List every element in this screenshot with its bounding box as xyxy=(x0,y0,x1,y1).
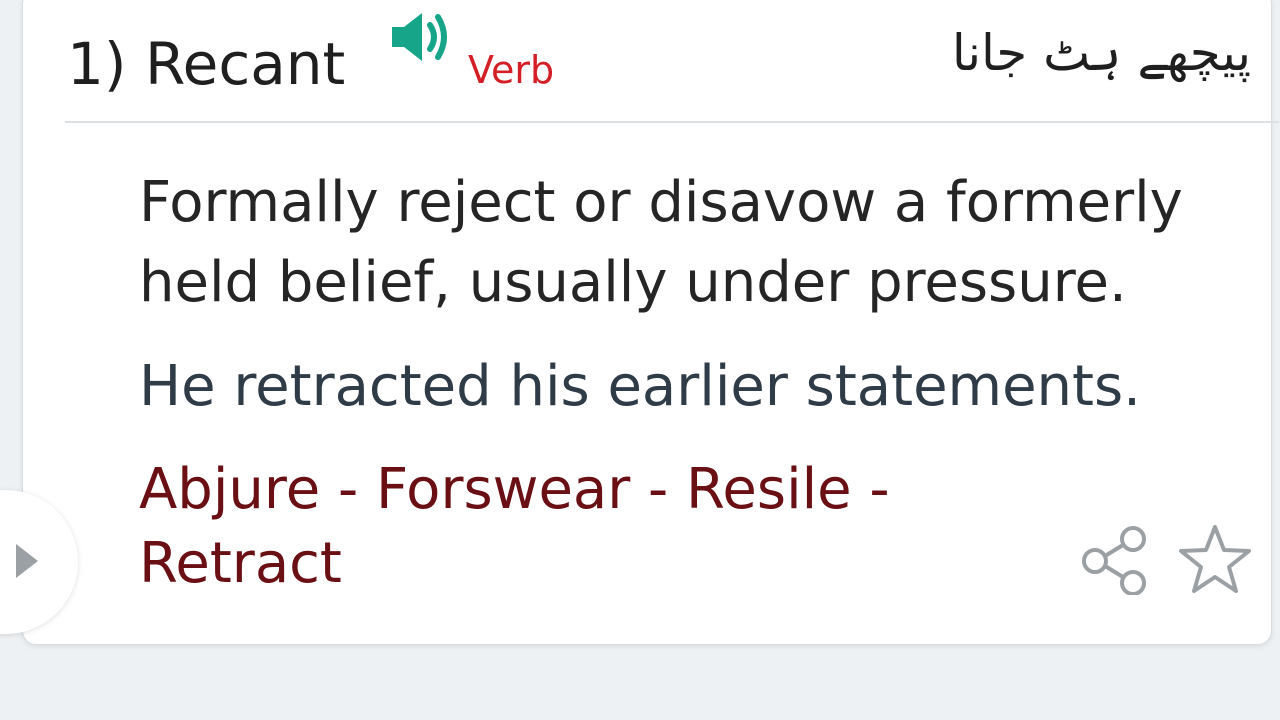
chevron-right-icon xyxy=(16,544,38,578)
star-icon[interactable] xyxy=(1178,523,1252,595)
word-card: 1) Recant Verb پیچھے ہٹ جانا Formally re… xyxy=(22,0,1279,645)
word-title: 1) Recant xyxy=(67,30,346,98)
synonyms-list: Abjure - Forswear - Resile - Retract xyxy=(139,453,939,601)
card-header: 1) Recant Verb پیچھے ہٹ جانا xyxy=(45,0,1280,121)
urdu-meaning: پیچھے ہٹ جانا xyxy=(951,24,1251,82)
synonyms-line: Abjure - Forswear - Resile - xyxy=(139,457,890,522)
divider xyxy=(65,121,1279,123)
example-sentence: He retracted his earlier statements. xyxy=(139,354,1141,419)
synonyms-line: Retract xyxy=(139,531,342,596)
part-of-speech: Verb xyxy=(468,48,555,92)
speaker-icon[interactable] xyxy=(388,5,452,69)
definition-text: Formally reject or disavow a formerly he… xyxy=(139,170,1183,315)
share-icon[interactable] xyxy=(1081,525,1151,595)
